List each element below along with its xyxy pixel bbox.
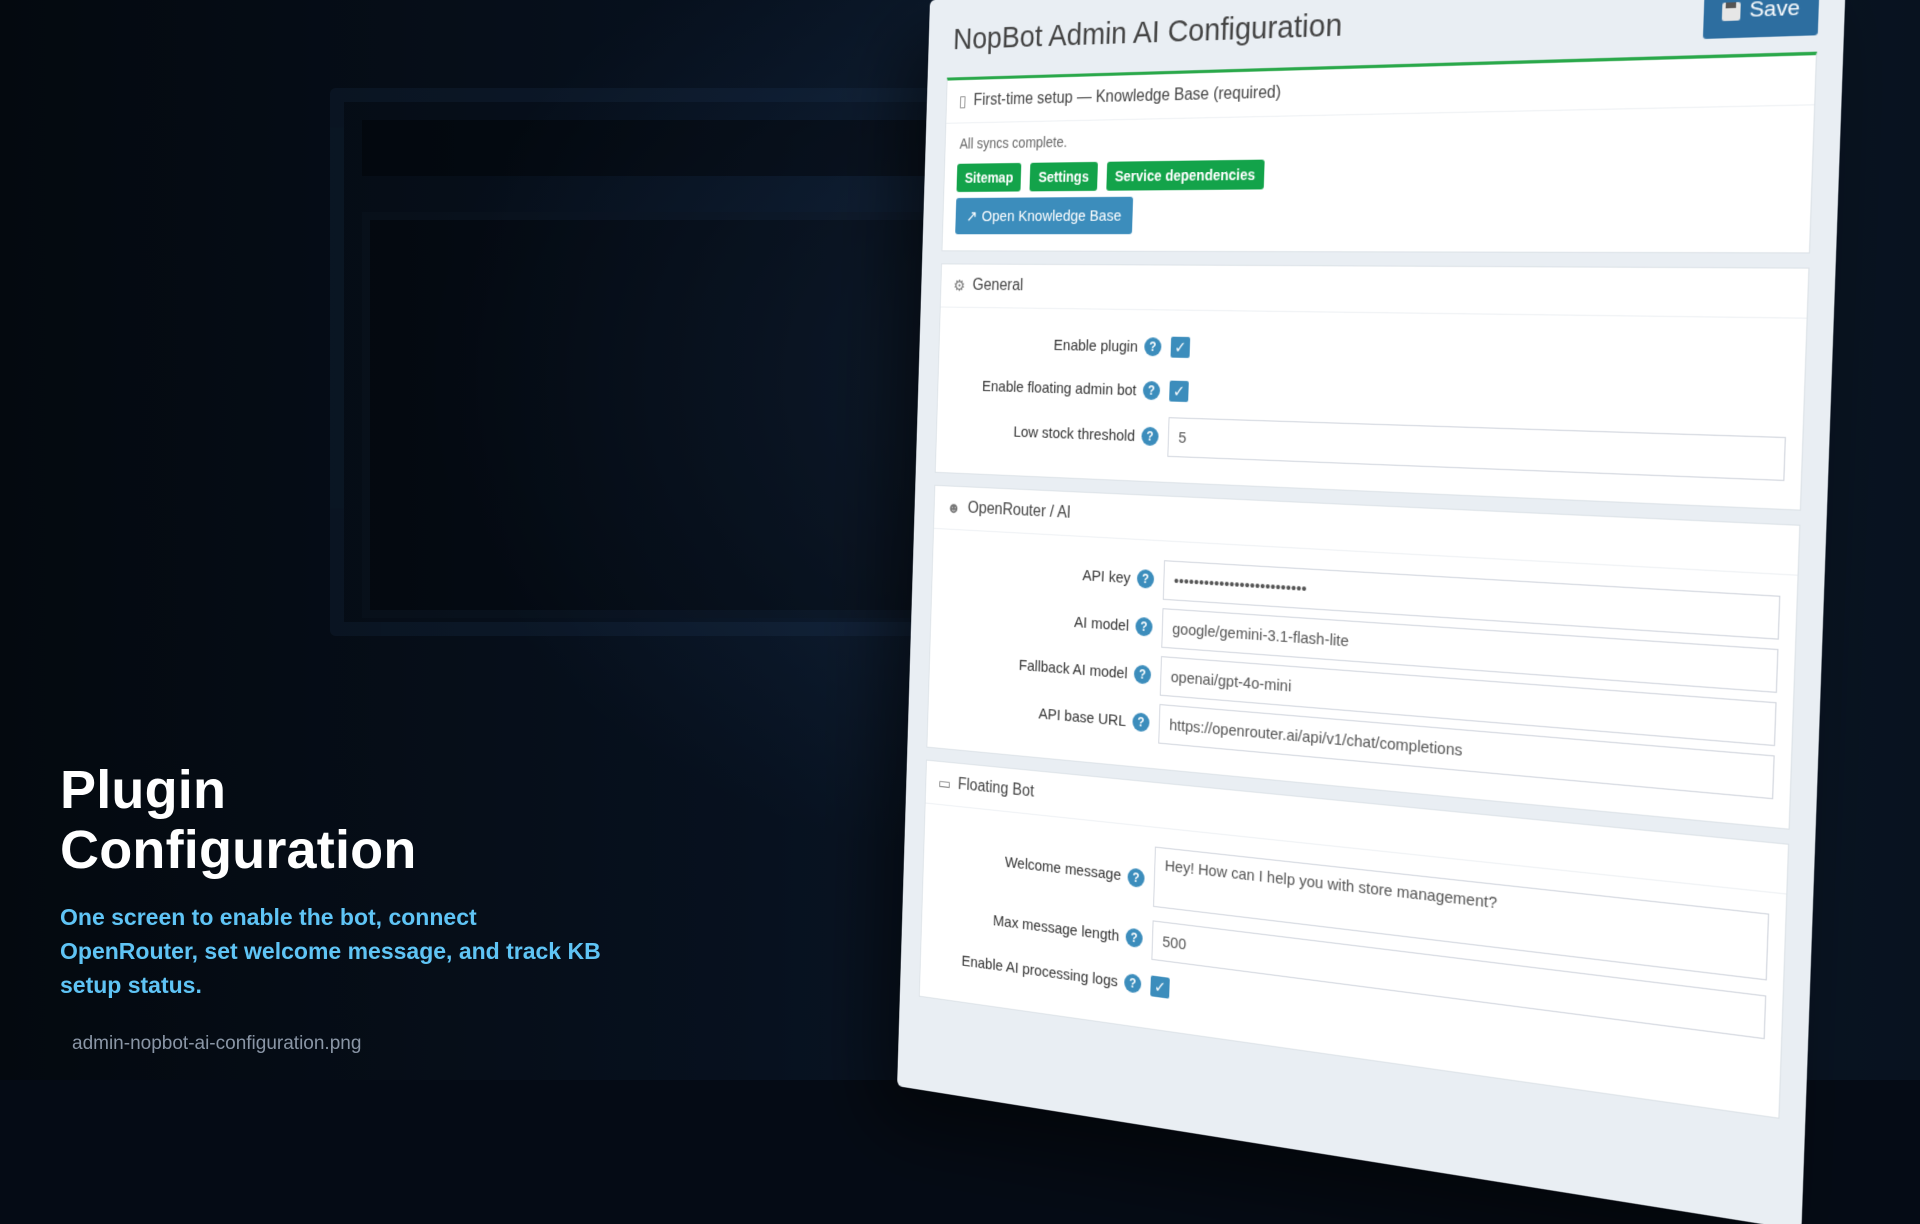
kb-setup-title: First-time setup — Knowledge Base (requi… [973, 83, 1282, 110]
general-body: Enable plugin ? ✓ Enable floating admin … [936, 308, 1807, 510]
enable-floating-label: Enable floating admin bot [981, 377, 1137, 399]
ai-model-label-cell: AI model ? [943, 604, 1162, 638]
help-icon[interactable]: ? [1132, 712, 1150, 733]
max-length-label: Max message length [992, 911, 1120, 945]
api-key-label: API key [1082, 566, 1131, 587]
enable-plugin-label: Enable plugin [1053, 336, 1139, 356]
enable-plugin-label-cell: Enable plugin ? [952, 334, 1172, 357]
file-name-caption: admin-nopbot-ai-configuration.png [72, 1033, 362, 1054]
save-button-label: Save [1748, 0, 1801, 23]
enable-floating-field: ✓ [1169, 380, 1787, 420]
open-knowledge-base-label: Open Knowledge Base [981, 206, 1122, 225]
low-stock-label: Low stock threshold [1013, 422, 1136, 445]
hero-title-line1: Plugin [60, 760, 227, 820]
help-icon[interactable]: ? [1124, 972, 1142, 994]
hero-subtitle: One screen to enable the bot, connect Op… [60, 904, 601, 998]
help-icon[interactable]: ? [1133, 664, 1152, 685]
floppy-icon [1721, 2, 1741, 22]
gear-icon: ⚙ [953, 277, 966, 295]
api-base-url-label-cell: API base URL ? [941, 696, 1160, 733]
fallback-model-label: Fallback AI model [1018, 656, 1128, 683]
hero-title-line2: Configuration [60, 820, 417, 880]
fallback-model-label-cell: Fallback AI model ? [942, 650, 1161, 686]
sitemap-button[interactable]: Sitemap [956, 162, 1022, 193]
screenshot-frame: NopBot Admin AI Configuration Save ▯ Fir… [897, 0, 1920, 1224]
robot-icon: ☻ [946, 498, 961, 517]
help-icon[interactable]: ? [1142, 380, 1161, 401]
help-icon[interactable]: ? [1144, 337, 1162, 357]
help-icon[interactable]: ? [1125, 927, 1143, 949]
service-dependencies-button[interactable]: Service dependencies [1106, 159, 1265, 191]
document-icon: ▯ [958, 93, 967, 111]
kb-sync-buttons: Sitemap Settings Service dependencies [956, 152, 1796, 193]
settings-button[interactable]: Settings [1029, 161, 1098, 192]
open-knowledge-base-button[interactable]: ↗ Open Knowledge Base [955, 196, 1134, 235]
ai-logs-label: Enable AI processing logs [961, 951, 1119, 991]
ai-logs-checkbox[interactable]: ✓ [1150, 975, 1170, 999]
openrouter-title: OpenRouter / AI [967, 499, 1072, 522]
low-stock-input[interactable] [1167, 417, 1786, 482]
sync-status-text: All syncs complete. [959, 133, 1068, 152]
general-title: General [972, 276, 1024, 295]
kb-setup-card: ▯ First-time setup — Knowledge Base (req… [941, 51, 1818, 254]
help-icon[interactable]: ? [1141, 426, 1159, 447]
max-length-label-cell: Max message length ? [934, 904, 1152, 950]
welcome-message-label-cell: Welcome message ? [936, 845, 1154, 888]
ai-model-label: AI model [1073, 613, 1130, 635]
enable-plugin-field: ✓ [1170, 336, 1789, 371]
help-icon[interactable]: ? [1127, 866, 1145, 888]
save-button[interactable]: Save [1702, 0, 1820, 40]
general-card: ⚙ General Enable plugin ? ✓ Enable float… [934, 263, 1810, 511]
api-key-label-cell: API key ? [945, 558, 1164, 590]
help-icon[interactable]: ? [1136, 569, 1155, 589]
enable-plugin-checkbox[interactable]: ✓ [1170, 336, 1191, 358]
enable-floating-checkbox[interactable]: ✓ [1169, 380, 1189, 403]
welcome-message-label: Welcome message [1004, 853, 1122, 885]
chat-icon: ▭ [938, 774, 952, 794]
hero-text: Plugin Configuration One screen to enabl… [60, 760, 620, 1002]
enable-floating-label-cell: Enable floating admin bot ? [950, 376, 1169, 401]
floating-bot-title: Floating Bot [957, 775, 1035, 801]
api-base-url-label: API base URL [1038, 704, 1127, 730]
low-stock-label-cell: Low stock threshold ? [949, 420, 1168, 447]
help-icon[interactable]: ? [1135, 616, 1153, 637]
low-stock-field [1167, 417, 1786, 482]
page-title: NopBot Admin AI Configuration [952, 7, 1343, 57]
kb-setup-body: All syncs complete. Sitemap Settings Ser… [942, 105, 1814, 252]
external-link-icon: ↗ [966, 207, 978, 226]
admin-config-screen: NopBot Admin AI Configuration Save ▯ Fir… [897, 0, 1847, 1224]
hero-title: Plugin Configuration [60, 760, 620, 880]
